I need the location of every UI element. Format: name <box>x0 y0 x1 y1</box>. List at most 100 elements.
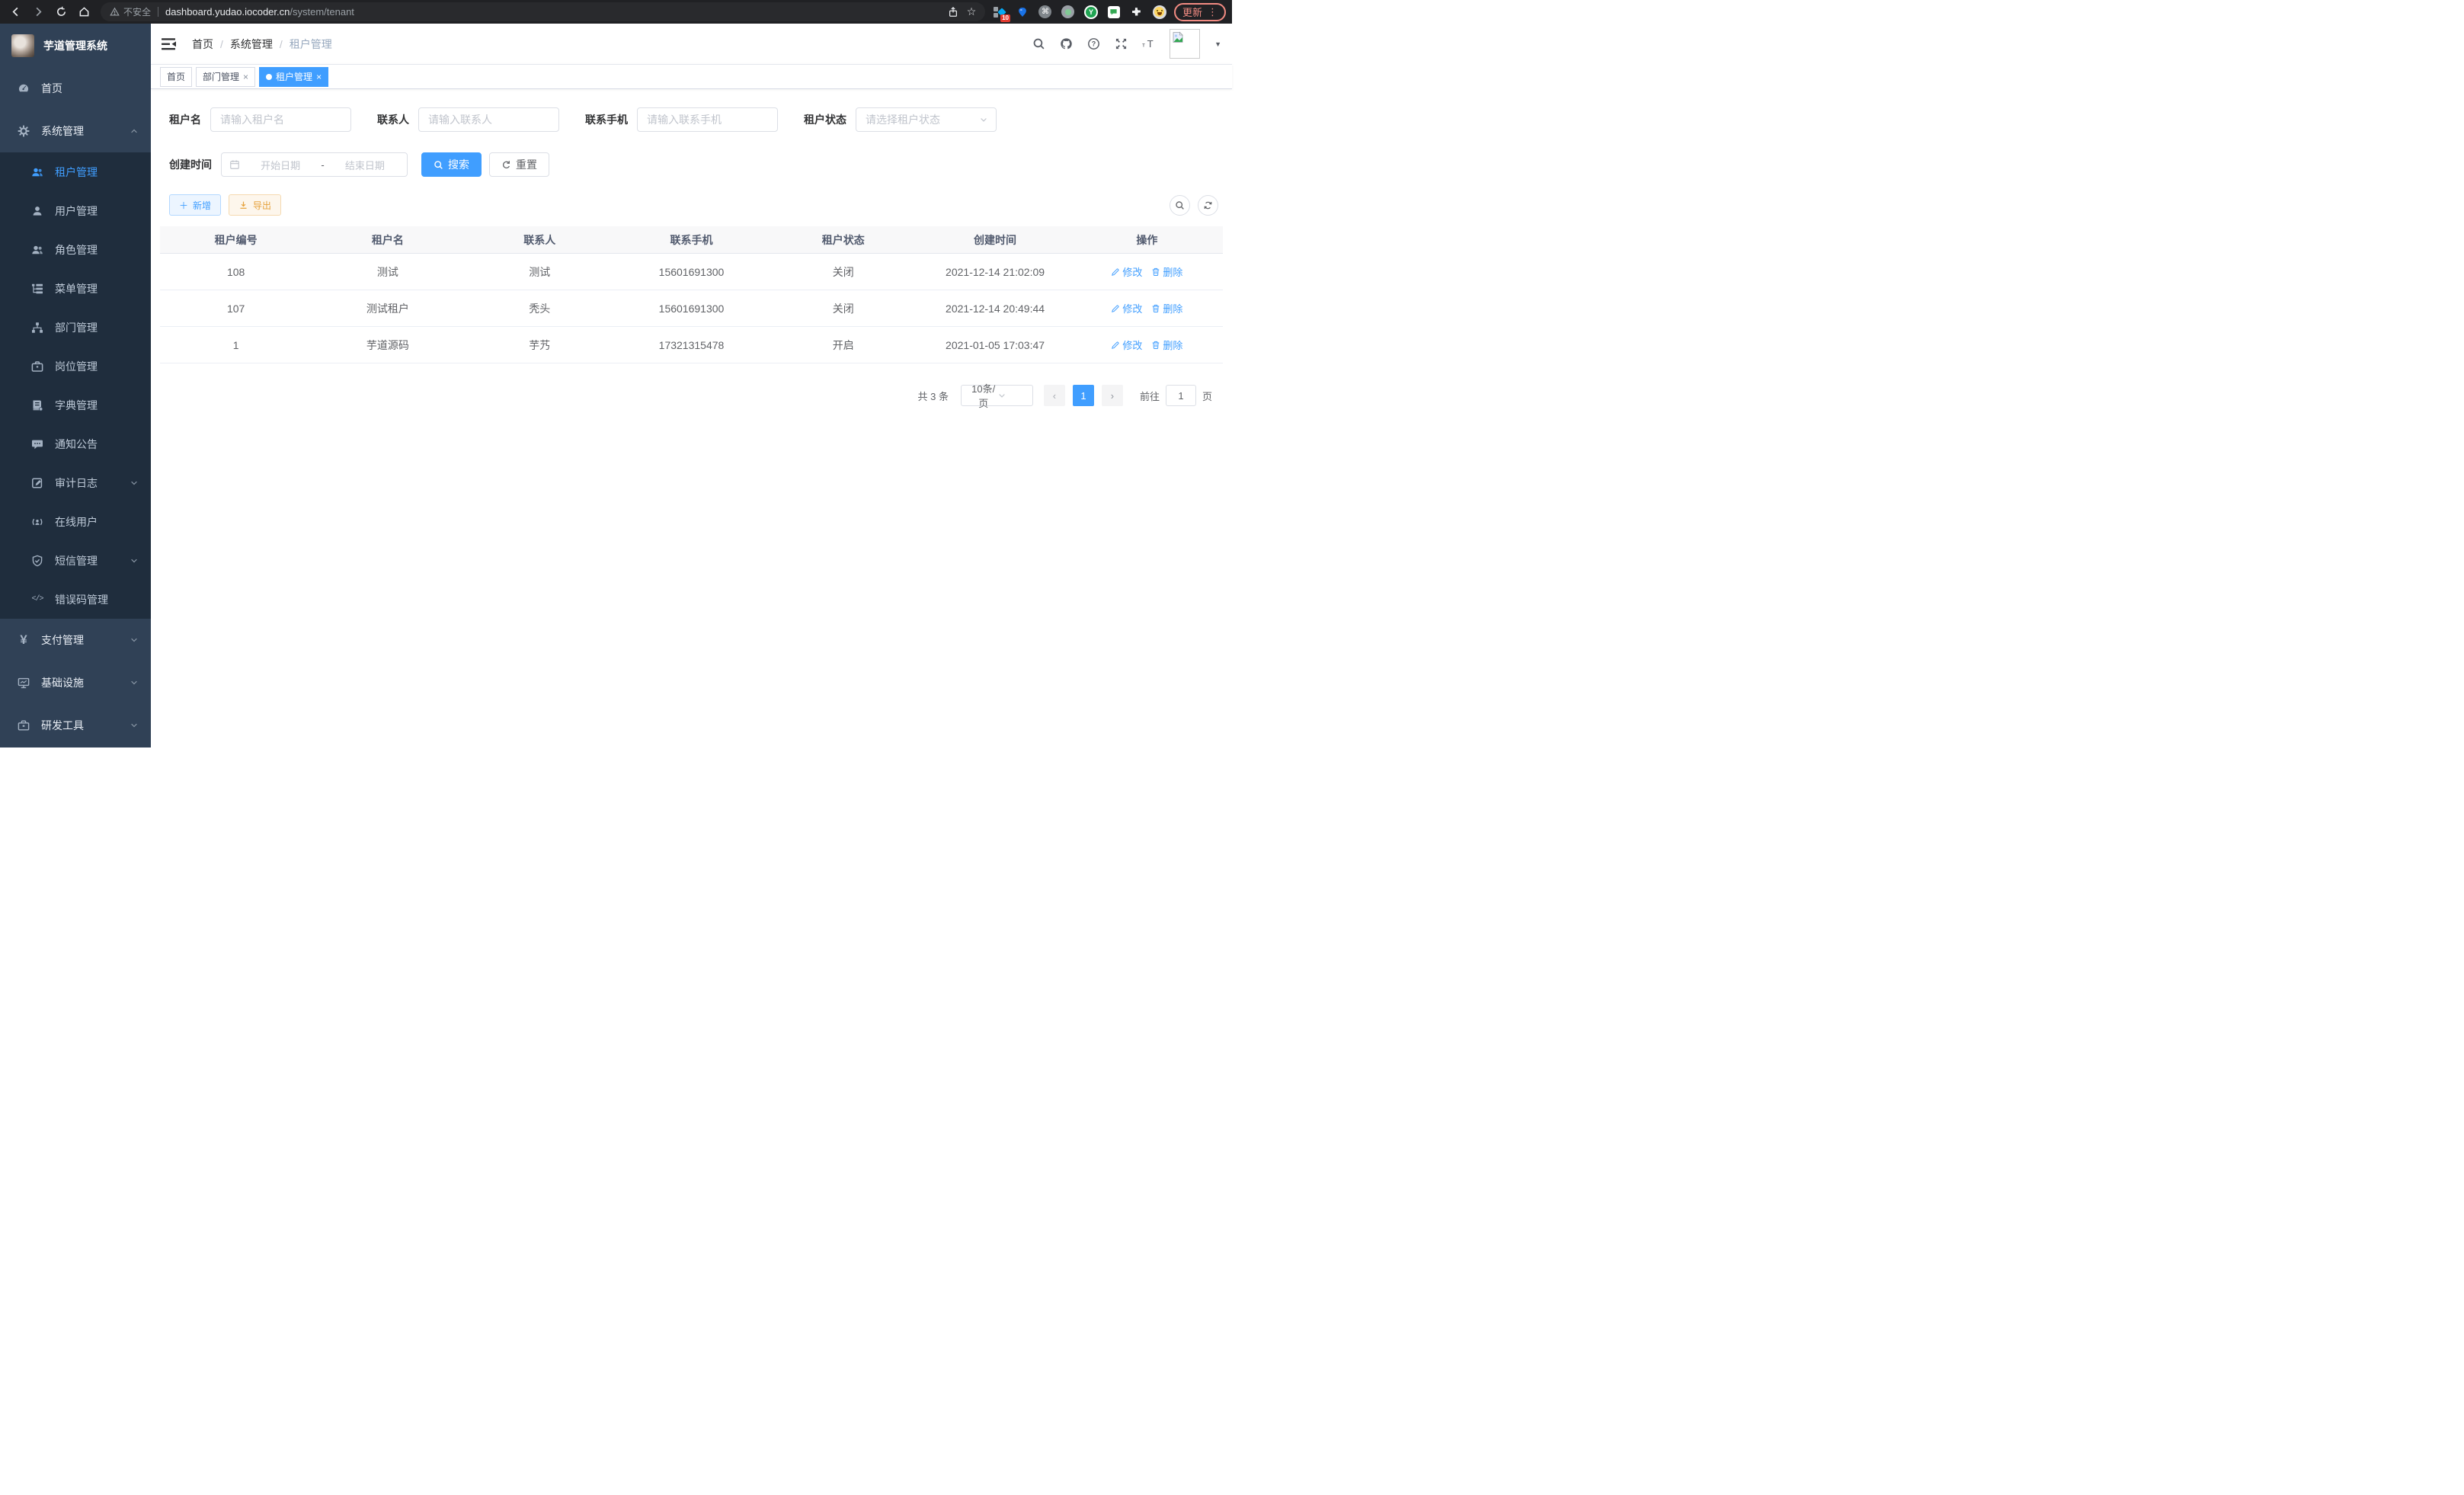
close-icon[interactable]: × <box>316 72 322 82</box>
browser-nav <box>6 3 93 21</box>
edit-link[interactable]: 修改 <box>1111 301 1142 315</box>
extension-grid-icon[interactable]: 10 <box>993 5 1006 19</box>
svg-text:т: т <box>1142 41 1145 49</box>
fullscreen-icon[interactable] <box>1115 37 1128 50</box>
status-select[interactable]: 请选择租户状态 <box>856 107 997 132</box>
extension-chat-icon[interactable] <box>1107 5 1121 19</box>
online-icon <box>30 515 44 529</box>
sidebar-item-infra[interactable]: 基础设施 <box>0 661 151 704</box>
sidebar-item-tenant[interactable]: 租户管理 <box>0 152 151 191</box>
create-time-range-picker[interactable]: 开始日期 - 结束日期 <box>221 152 408 177</box>
forward-icon[interactable] <box>29 3 47 21</box>
toolbox-icon <box>17 719 30 732</box>
url-text: dashboard.yudao.iocoder.cn/system/tenant <box>165 6 354 18</box>
page-size-select[interactable]: 10条/页 <box>961 385 1033 406</box>
sidebar-item-online[interactable]: 在线用户 <box>0 502 151 541</box>
extension-puzzle-icon[interactable] <box>1130 5 1144 19</box>
column-header: 联系手机 <box>616 232 767 248</box>
browser-menu-icon[interactable]: ⋮ <box>1208 6 1218 18</box>
contact-input[interactable] <box>418 107 559 132</box>
users-icon <box>30 243 44 257</box>
browser-update-button[interactable]: 更新 ⋮ <box>1174 3 1226 21</box>
extension-green-dot-icon[interactable] <box>1061 5 1075 19</box>
extension-command-icon[interactable]: ⌘ <box>1038 5 1052 19</box>
mobile-input[interactable] <box>637 107 778 132</box>
sidebar-item-role[interactable]: 角色管理 <box>0 230 151 269</box>
table-cell: 秃头 <box>464 301 616 316</box>
sidebar-item-system[interactable]: 系统管理 <box>0 110 151 152</box>
search-button[interactable]: 搜索 <box>421 152 482 177</box>
back-icon[interactable] <box>6 3 24 21</box>
tab-部门管理[interactable]: 部门管理× <box>196 67 255 87</box>
delete-link[interactable]: 删除 <box>1151 264 1182 279</box>
dict-icon <box>30 399 44 412</box>
sidebar-item-notice[interactable]: 通知公告 <box>0 424 151 463</box>
log-icon <box>30 476 44 490</box>
breadcrumb-home[interactable]: 首页 <box>192 37 213 52</box>
tab-租户管理[interactable]: 租户管理 × <box>259 67 328 87</box>
add-button[interactable]: ＋ 新增 <box>169 194 221 216</box>
status-label: 租户状态 <box>804 112 846 127</box>
font-size-icon[interactable]: тT <box>1142 37 1155 50</box>
sidebar-item-devtool[interactable]: 研发工具 <box>0 704 151 747</box>
sidebar: 芋道管理系统 首页系统管理租户管理用户管理角色管理菜单管理部门管理岗位管理字典管… <box>0 24 151 748</box>
caret-down-icon[interactable]: ▼ <box>1214 40 1221 48</box>
refresh-table-icon[interactable] <box>1198 195 1218 216</box>
breadcrumb-system[interactable]: 系统管理 <box>230 37 273 52</box>
extension-drop-icon[interactable] <box>1016 5 1029 19</box>
extension-y-icon[interactable]: Y <box>1084 5 1098 19</box>
screen: 不安全 dashboard.yudao.iocoder.cn/system/te… <box>0 0 1232 748</box>
sidebar-item-home[interactable]: 首页 <box>0 67 151 110</box>
tab-label: 租户管理 <box>276 70 312 83</box>
close-icon[interactable]: × <box>243 72 248 82</box>
end-date-placeholder: 结束日期 <box>331 158 399 172</box>
tab-首页[interactable]: 首页 <box>160 67 192 87</box>
table-cell: 2021-01-05 17:03:47 <box>919 339 1070 351</box>
security-indicator[interactable]: 不安全 <box>110 5 151 18</box>
sidebar-item-pay[interactable]: ¥支付管理 <box>0 619 151 661</box>
search-icon[interactable] <box>1032 37 1045 50</box>
users-icon <box>30 165 44 179</box>
goto-page-input[interactable] <box>1166 385 1196 406</box>
url-bar[interactable]: 不安全 dashboard.yudao.iocoder.cn/system/te… <box>101 2 985 21</box>
column-header: 租户名 <box>312 232 463 248</box>
sidebar-item-post[interactable]: 岗位管理 <box>0 347 151 386</box>
sidebar-item-menu[interactable]: 菜单管理 <box>0 269 151 308</box>
export-button[interactable]: 导出 <box>229 194 281 216</box>
delete-link[interactable]: 删除 <box>1151 301 1182 315</box>
next-page-icon[interactable]: › <box>1102 385 1123 406</box>
sidebar-item-user[interactable]: 用户管理 <box>0 191 151 230</box>
page-number-1[interactable]: 1 <box>1073 385 1094 406</box>
sidebar-item-dept[interactable]: 部门管理 <box>0 308 151 347</box>
home-icon[interactable] <box>75 3 93 21</box>
shield-icon <box>30 554 44 568</box>
table-toolbar: ＋ 新增 导出 <box>169 194 1223 216</box>
filter-mobile: 联系手机 <box>585 107 778 132</box>
delete-link[interactable]: 删除 <box>1151 338 1182 352</box>
sidebar-item-dict[interactable]: 字典管理 <box>0 386 151 424</box>
github-icon[interactable] <box>1060 37 1073 50</box>
show-search-icon[interactable] <box>1170 195 1190 216</box>
sidebar-item-sms[interactable]: 短信管理 <box>0 541 151 580</box>
avatar[interactable] <box>1170 29 1200 59</box>
table-row: 107测试租户秃头15601691300关闭2021-12-14 20:49:4… <box>160 290 1223 327</box>
extension-emoji-icon[interactable] <box>1153 5 1166 19</box>
edit-link[interactable]: 修改 <box>1111 264 1142 279</box>
reload-icon[interactable] <box>52 3 70 21</box>
sidebar-item-audit[interactable]: 审计日志 <box>0 463 151 502</box>
sidebar-logo-row[interactable]: 芋道管理系统 <box>0 24 151 67</box>
chevron-down-icon <box>997 391 1026 400</box>
bookmark-star-icon[interactable]: ☆ <box>962 3 981 21</box>
filter-status: 租户状态 请选择租户状态 <box>804 107 997 132</box>
page-size-value: 10条/页 <box>969 381 998 410</box>
tenant-name-input[interactable] <box>210 107 351 132</box>
sidebar-item-errcode[interactable]: </>错误码管理 <box>0 580 151 619</box>
sidebar-toggle-icon[interactable] <box>162 37 178 52</box>
sidebar-item-label: 支付管理 <box>41 632 84 648</box>
share-icon[interactable] <box>944 3 962 21</box>
reset-button[interactable]: 重置 <box>489 152 549 177</box>
prev-page-icon[interactable]: ‹ <box>1044 385 1065 406</box>
help-icon[interactable]: ? <box>1087 37 1100 50</box>
edit-link[interactable]: 修改 <box>1111 338 1142 352</box>
contact-label: 联系人 <box>377 112 409 127</box>
